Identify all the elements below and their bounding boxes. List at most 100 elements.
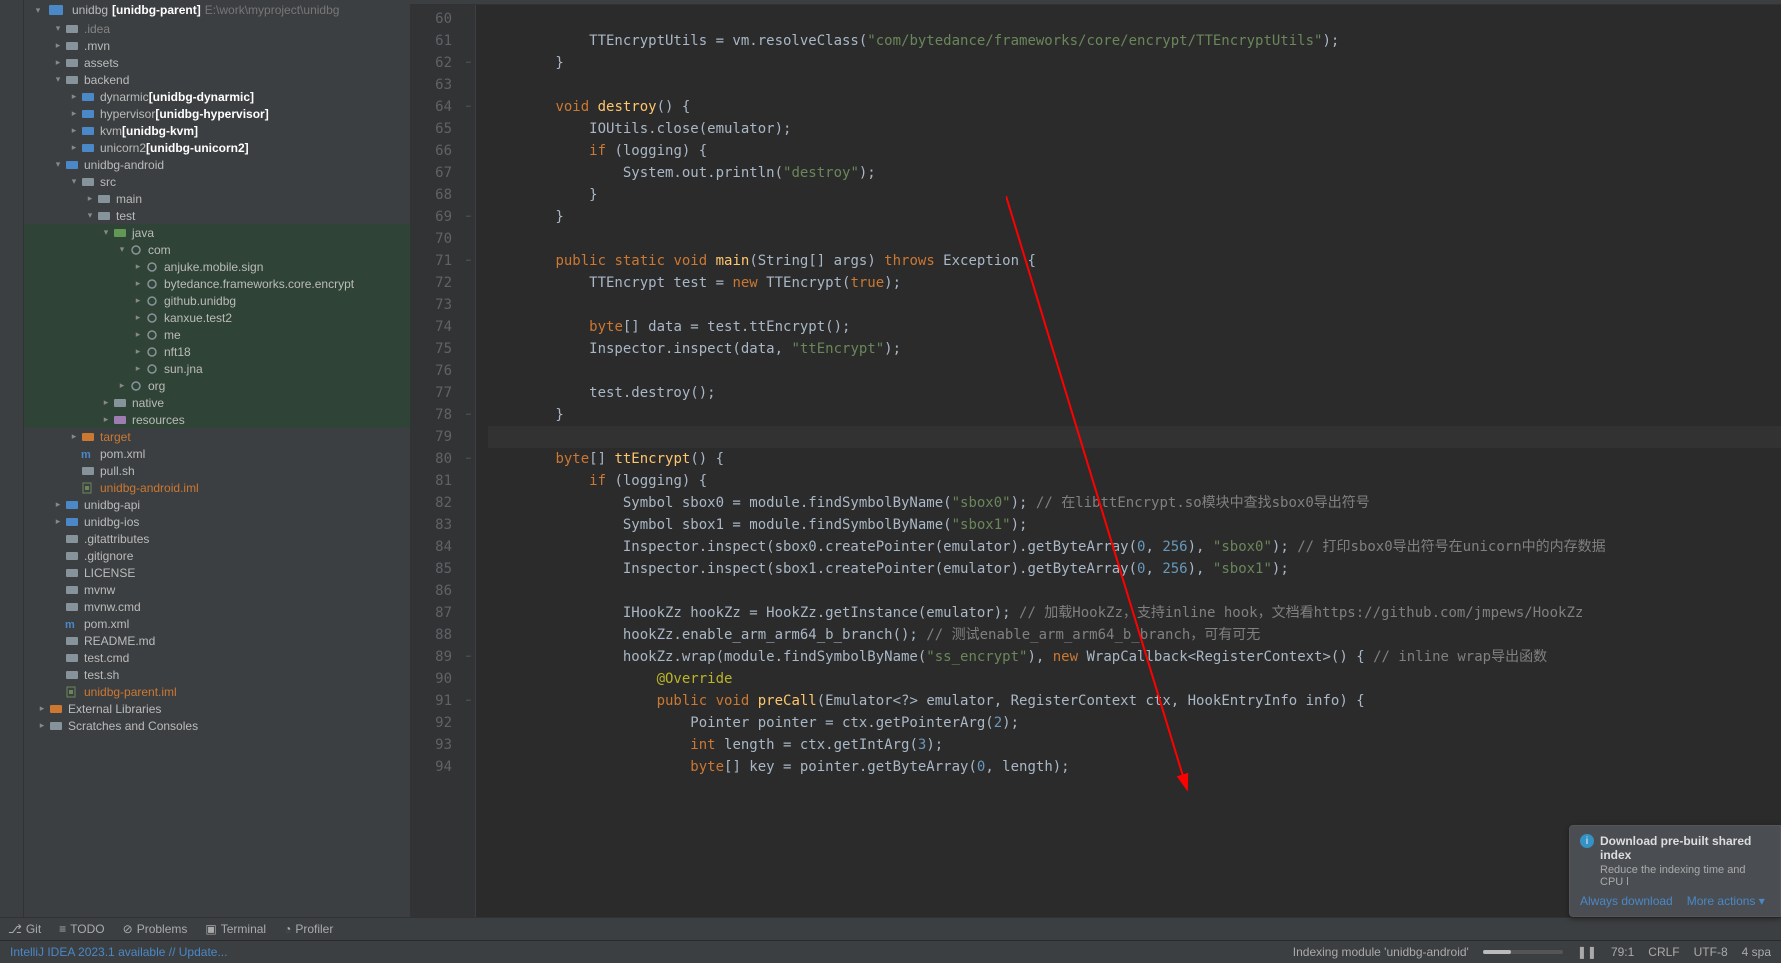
fold-toggle[interactable] — [462, 162, 475, 184]
chevron-icon[interactable]: ▸ — [132, 312, 144, 323]
fold-toggle[interactable] — [462, 74, 475, 96]
line-number[interactable]: 77 — [410, 382, 462, 404]
chevron-icon[interactable]: ▸ — [52, 57, 64, 68]
tree-item[interactable]: ▾backend — [24, 71, 410, 88]
fold-toggle[interactable] — [462, 712, 475, 734]
tree-item[interactable]: ▸resources — [24, 411, 410, 428]
code-line[interactable]: Pointer pointer = ctx.getPointerArg(2); — [488, 712, 1781, 734]
tree-item[interactable]: ▸bytedance.frameworks.core.encrypt — [24, 275, 410, 292]
tree-item[interactable]: unidbg-android.iml — [24, 479, 410, 496]
code-line[interactable]: @Override — [488, 668, 1781, 690]
chevron-icon[interactable]: ▸ — [68, 431, 80, 442]
line-number[interactable]: 73 — [410, 294, 462, 316]
line-separator[interactable]: CRLF — [1648, 945, 1679, 959]
code-line[interactable]: byte[] key = pointer.getByteArray(0, len… — [488, 756, 1781, 778]
code-line[interactable]: } — [488, 184, 1781, 206]
chevron-icon[interactable]: ▸ — [52, 499, 64, 510]
fold-toggle[interactable]: − — [462, 250, 475, 272]
chevron-icon[interactable]: ▸ — [132, 295, 144, 306]
line-number[interactable]: 63 — [410, 74, 462, 96]
code-line[interactable]: if (logging) { — [488, 470, 1781, 492]
tree-item[interactable]: pull.sh — [24, 462, 410, 479]
line-number[interactable]: 67 — [410, 162, 462, 184]
chevron-icon[interactable]: ▸ — [52, 516, 64, 527]
fold-toggle[interactable]: − — [462, 96, 475, 118]
tree-item[interactable]: LICENSE — [24, 564, 410, 581]
code-line[interactable]: public static void main(String[] args) t… — [488, 250, 1781, 272]
chevron-icon[interactable]: ▸ — [52, 40, 64, 51]
fold-toggle[interactable] — [462, 624, 475, 646]
chevron-icon[interactable]: ▾ — [52, 159, 64, 170]
line-number[interactable]: 91 — [410, 690, 462, 712]
fold-toggle[interactable] — [462, 580, 475, 602]
fold-toggle[interactable] — [462, 536, 475, 558]
chevron-icon[interactable]: ▸ — [68, 142, 80, 153]
code-line[interactable]: test.destroy(); — [488, 382, 1781, 404]
code-line[interactable]: int length = ctx.getIntArg(3); — [488, 734, 1781, 756]
fold-toggle[interactable] — [462, 228, 475, 250]
code-line[interactable]: Inspector.inspect(sbox0.createPointer(em… — [488, 536, 1781, 558]
tree-item[interactable]: ▸org — [24, 377, 410, 394]
fold-toggle[interactable] — [462, 272, 475, 294]
code-line[interactable] — [488, 74, 1781, 96]
tree-item[interactable]: ▸.mvn — [24, 37, 410, 54]
chevron-icon[interactable]: ▾ — [68, 176, 80, 187]
fold-toggle[interactable] — [462, 316, 475, 338]
indexing-progress[interactable] — [1483, 950, 1563, 954]
fold-toggle[interactable] — [462, 756, 475, 778]
tree-item[interactable]: ▸kvm [unidbg-kvm] — [24, 122, 410, 139]
code-line[interactable]: } — [488, 206, 1781, 228]
line-number[interactable]: 89 — [410, 646, 462, 668]
line-number[interactable]: 66 — [410, 140, 462, 162]
line-number[interactable]: 70 — [410, 228, 462, 250]
code-line[interactable]: public void preCall(Emulator<?> emulator… — [488, 690, 1781, 712]
line-number[interactable]: 61 — [410, 30, 462, 52]
line-number[interactable]: 82 — [410, 492, 462, 514]
chevron-icon[interactable]: ▸ — [100, 414, 112, 425]
tree-item[interactable]: ▸External Libraries — [24, 700, 410, 717]
tree-item[interactable]: ▸target — [24, 428, 410, 445]
code-line[interactable]: Symbol sbox0 = module.findSymbolByName("… — [488, 492, 1781, 514]
line-number[interactable]: 68 — [410, 184, 462, 206]
tree-item[interactable]: ▾src — [24, 173, 410, 190]
line-number[interactable]: 87 — [410, 602, 462, 624]
tree-item[interactable]: unidbg-parent.iml — [24, 683, 410, 700]
fold-toggle[interactable] — [462, 602, 475, 624]
line-number[interactable]: 86 — [410, 580, 462, 602]
code-line[interactable]: TTEncryptUtils = vm.resolveClass("com/by… — [488, 30, 1781, 52]
tree-item[interactable]: ▸native — [24, 394, 410, 411]
chevron-icon[interactable]: ▾ — [116, 244, 128, 255]
tree-item[interactable]: ▸github.unidbg — [24, 292, 410, 309]
chevron-down-icon[interactable]: ▾ — [32, 5, 44, 16]
fold-toggle[interactable] — [462, 558, 475, 580]
code-line[interactable] — [488, 294, 1781, 316]
line-number[interactable]: 81 — [410, 470, 462, 492]
line-number[interactable]: 62 — [410, 52, 462, 74]
project-root-header[interactable]: ▾ unidbg [unidbg-parent] E:\work\myproje… — [24, 0, 410, 20]
tree-item[interactable]: ▸hypervisor [unidbg-hypervisor] — [24, 105, 410, 122]
tree-item[interactable]: mvnw.cmd — [24, 598, 410, 615]
code-line[interactable] — [488, 8, 1781, 30]
tree-item[interactable]: .gitignore — [24, 547, 410, 564]
code-line[interactable]: Symbol sbox1 = module.findSymbolByName("… — [488, 514, 1781, 536]
chevron-icon[interactable]: ▸ — [68, 125, 80, 136]
chevron-icon[interactable]: ▸ — [116, 380, 128, 391]
fold-toggle[interactable] — [462, 668, 475, 690]
fold-toggle[interactable] — [462, 360, 475, 382]
chevron-icon[interactable]: ▸ — [68, 108, 80, 119]
line-number[interactable]: 60 — [410, 8, 462, 30]
fold-toggle[interactable] — [462, 8, 475, 30]
line-number[interactable]: 84 — [410, 536, 462, 558]
pause-icon[interactable]: ❚❚ — [1577, 945, 1597, 959]
tree-item[interactable]: .gitattributes — [24, 530, 410, 547]
chevron-icon[interactable]: ▸ — [68, 91, 80, 102]
line-number[interactable]: 92 — [410, 712, 462, 734]
line-number[interactable]: 93 — [410, 734, 462, 756]
fold-toggle[interactable] — [462, 338, 475, 360]
tree-item[interactable]: mpom.xml — [24, 445, 410, 462]
code-line[interactable] — [488, 228, 1781, 250]
chevron-icon[interactable]: ▸ — [132, 278, 144, 289]
code-line[interactable]: TTEncrypt test = new TTEncrypt(true); — [488, 272, 1781, 294]
tool-terminal[interactable]: ▣Terminal — [205, 922, 266, 936]
code-line[interactable]: } — [488, 52, 1781, 74]
